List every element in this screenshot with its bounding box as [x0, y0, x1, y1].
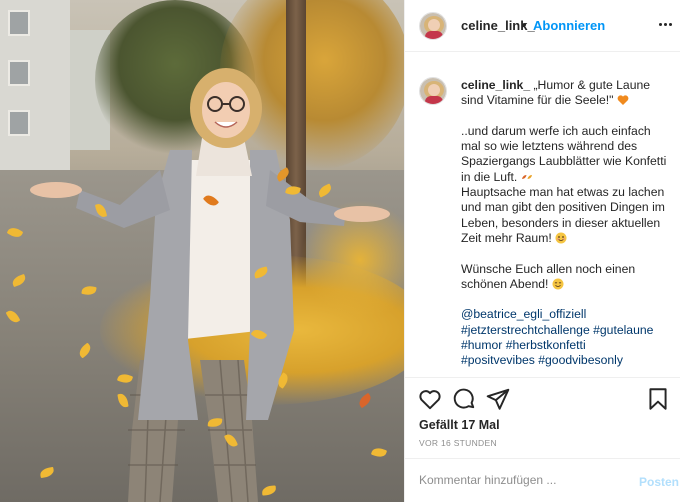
likes-count[interactable]: Gefällt 17 Mal — [419, 418, 500, 432]
share-icon[interactable] — [485, 386, 511, 412]
comment-icon[interactable] — [451, 386, 477, 412]
smiley-emoji — [555, 232, 567, 244]
caption-section: celine_link_ „Humor & gute Laune sind Vi… — [405, 52, 680, 378]
mention-link[interactable]: @beatrice_egli_offiziell — [461, 307, 671, 322]
hashtag-link[interactable]: #positvevibes #goodvibesonly — [461, 353, 671, 368]
post-timestamp[interactable]: VOR 16 STUNDEN — [419, 438, 497, 448]
post-comment-button[interactable]: Posten — [639, 475, 679, 489]
woman-throwing-leaves — [30, 68, 390, 502]
author-avatar[interactable] — [419, 12, 447, 40]
caption-author-avatar[interactable] — [419, 77, 447, 105]
orange-heart-emoji — [617, 95, 629, 106]
post-side-panel: celine_link_ • Abonnieren celine_link_ „… — [404, 0, 680, 502]
caption-paragraph-3: Wünsche Euch allen noch einen schönen Ab… — [461, 261, 636, 291]
follow-button[interactable]: Abonnieren — [533, 18, 605, 33]
post-photo[interactable] — [0, 0, 404, 502]
caption-username[interactable]: celine_link_ — [461, 78, 530, 92]
comment-input[interactable] — [419, 473, 619, 487]
leaf-emoji — [521, 174, 532, 179]
hashtag-link[interactable]: #jetzterstrechtchallenge #gutelaune — [461, 323, 671, 338]
action-bar — [405, 386, 680, 414]
bookmark-icon[interactable] — [645, 386, 671, 412]
comment-bar: Posten — [405, 458, 680, 502]
post-header: celine_link_ • Abonnieren — [405, 0, 680, 52]
separator-dot: • — [522, 17, 527, 32]
heart-icon[interactable] — [417, 386, 443, 412]
more-options-icon[interactable] — [655, 14, 675, 34]
post-caption: celine_link_ „Humor & gute Laune sind Vi… — [461, 78, 671, 369]
caption-paragraph-1: ..und darum werfe ich auch einfach mal s… — [461, 123, 667, 184]
smiley-emoji — [552, 278, 564, 290]
caption-tags: @beatrice_egli_offiziell #jetzterstrecht… — [461, 307, 671, 368]
hashtag-link[interactable]: #humor #herbstkonfetti — [461, 338, 671, 353]
